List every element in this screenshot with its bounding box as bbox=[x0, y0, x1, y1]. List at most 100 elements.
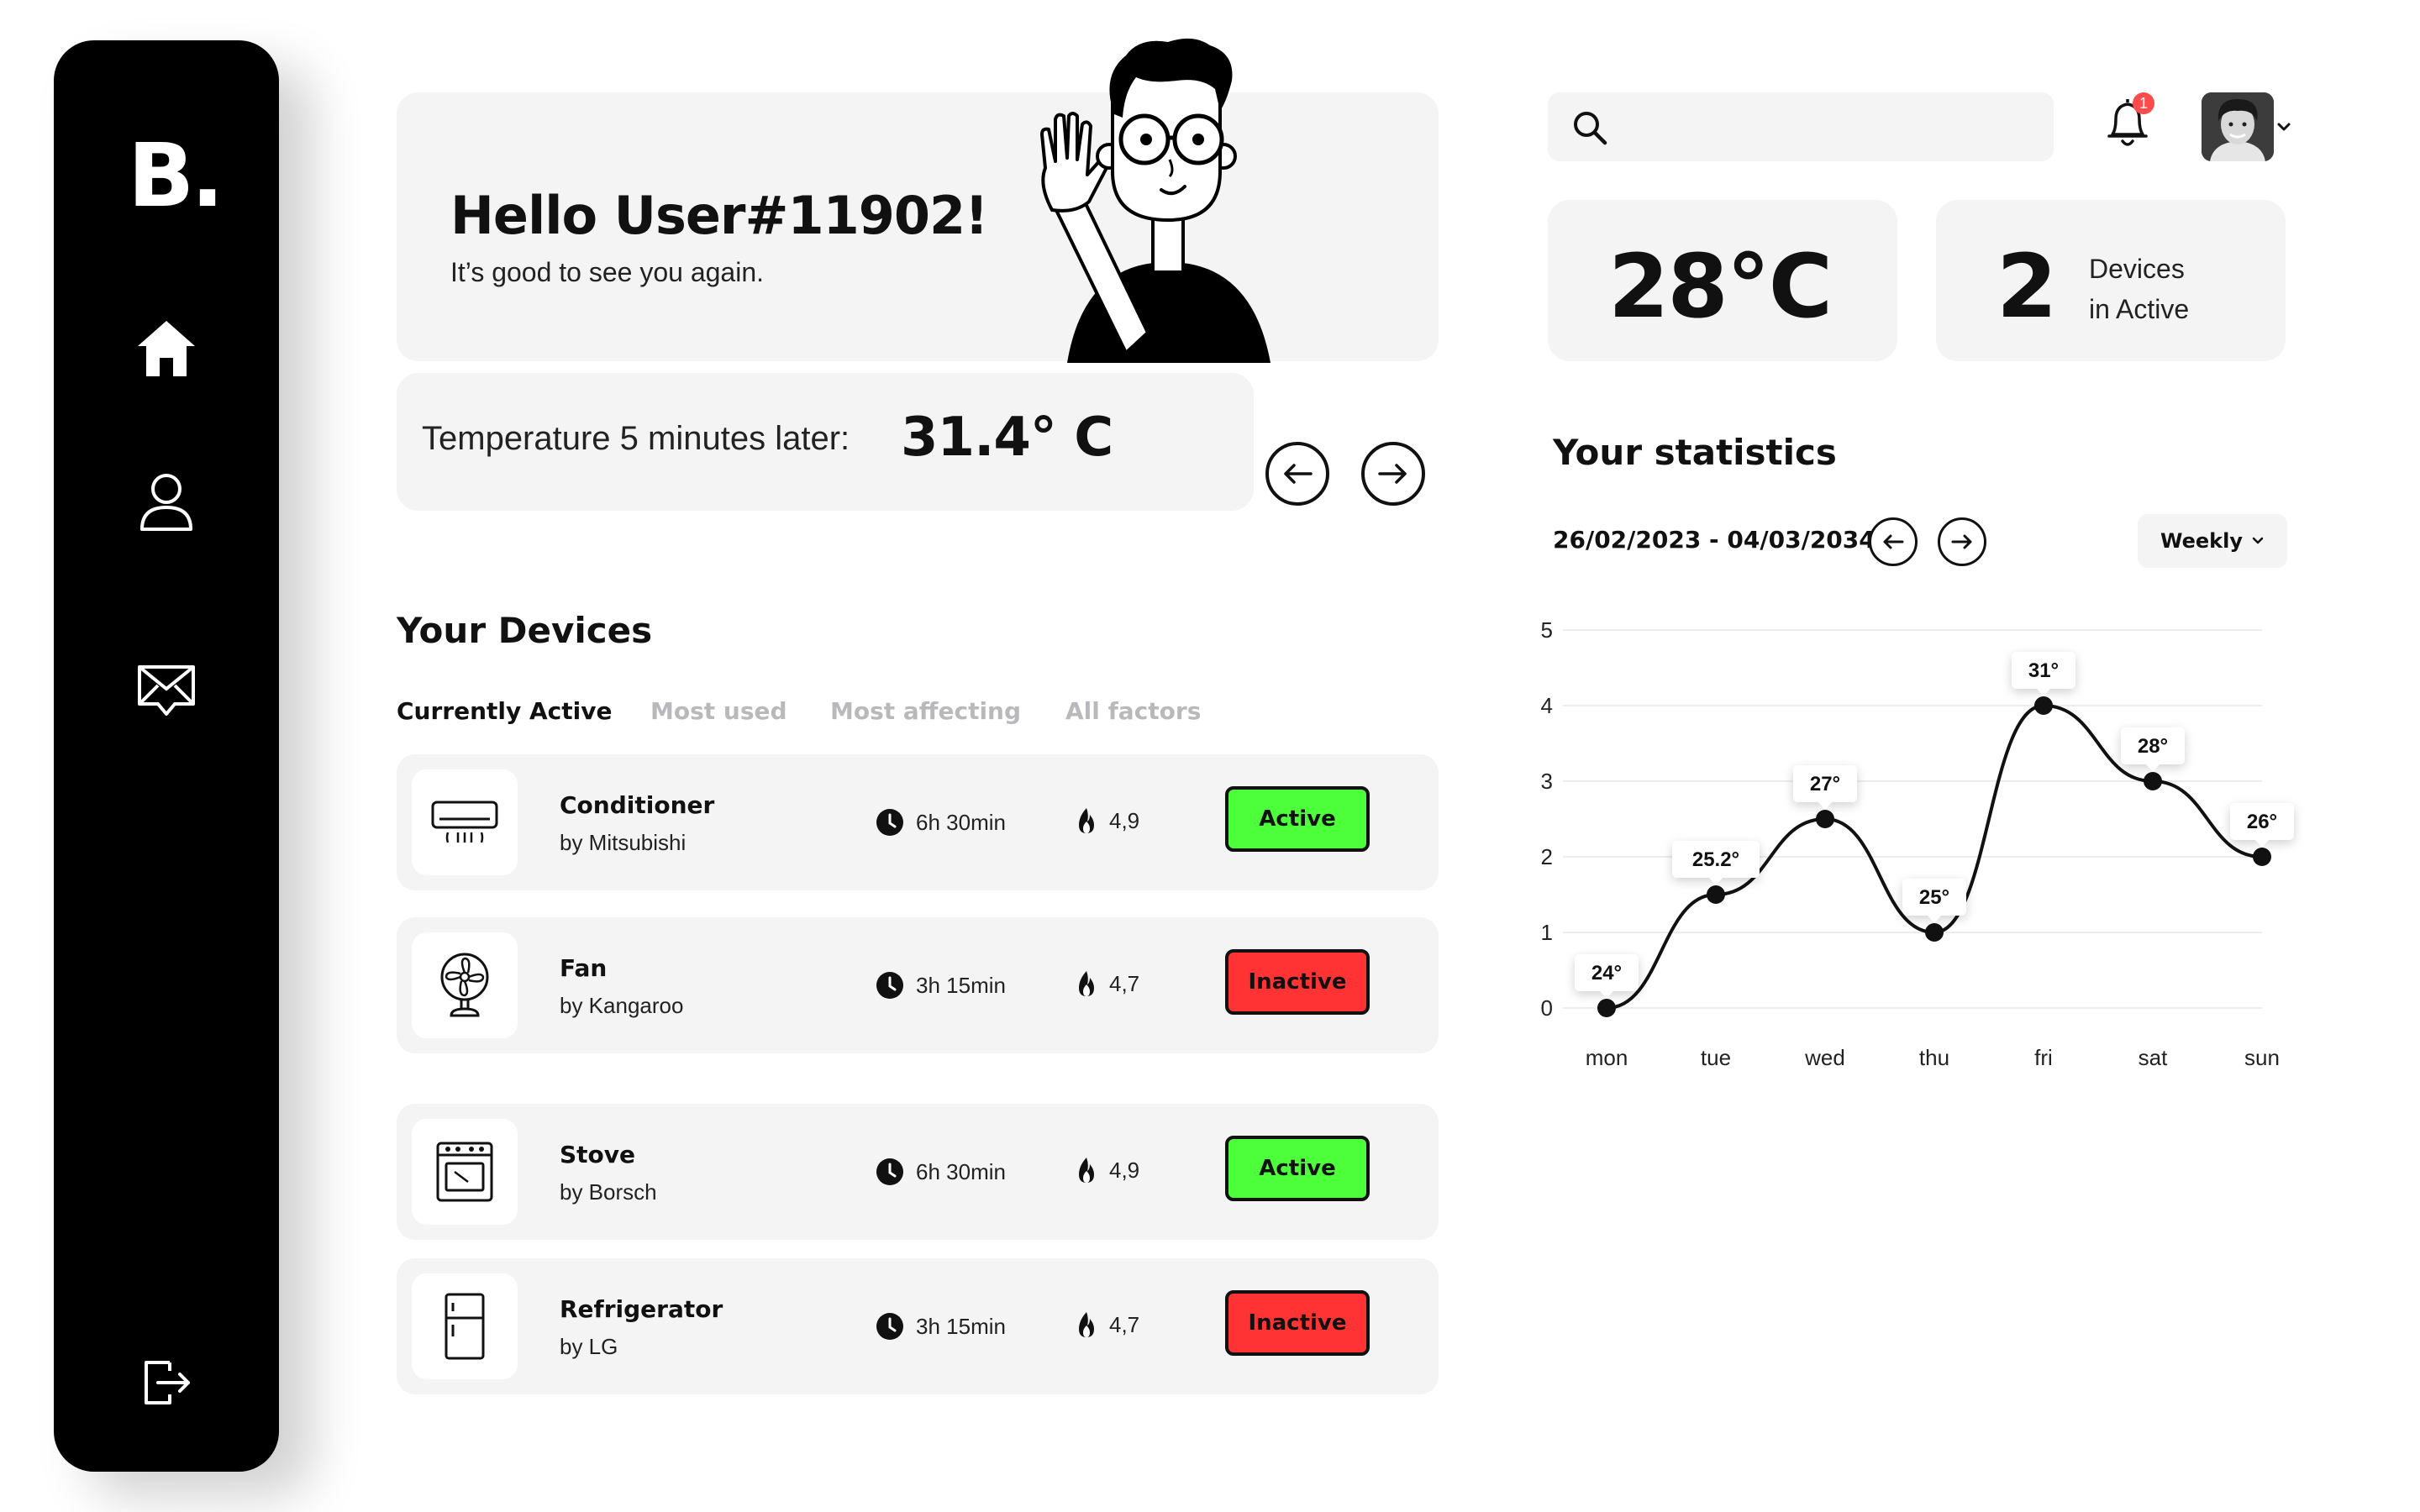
flame-icon bbox=[1079, 971, 1094, 996]
rating-text: 4,7 bbox=[1109, 970, 1140, 996]
period-dropdown[interactable]: Weekly bbox=[2138, 514, 2287, 568]
data-label-tag: 27° bbox=[1793, 765, 1857, 810]
data-point bbox=[1707, 885, 1725, 904]
x-tick-label: tue bbox=[1701, 1045, 1731, 1070]
device-name: Stove bbox=[560, 1141, 636, 1168]
tab-all-factors[interactable]: All factors bbox=[1065, 697, 1201, 725]
nav-profile[interactable] bbox=[54, 472, 279, 533]
avatar[interactable] bbox=[2202, 92, 2274, 161]
status-toggle-button[interactable]: Active bbox=[1225, 1136, 1370, 1201]
nav-home[interactable] bbox=[54, 318, 279, 378]
current-temperature: 28°C bbox=[1608, 235, 1833, 338]
flame-icon bbox=[1079, 1312, 1094, 1337]
device-brand: by LG bbox=[560, 1334, 618, 1359]
nav-logout[interactable] bbox=[54, 1356, 279, 1410]
nav-messages[interactable] bbox=[54, 662, 279, 717]
active-devices-count: 2 bbox=[1996, 235, 2058, 338]
search-icon bbox=[1574, 112, 1607, 145]
y-tick-label: 1 bbox=[1541, 920, 1553, 945]
data-label: 27° bbox=[1810, 773, 1840, 795]
device-rating: 4,9 bbox=[1076, 1156, 1139, 1184]
tab-most-affecting[interactable]: Most affecting bbox=[830, 697, 1021, 725]
forecast-value: 31.4° C bbox=[901, 407, 1113, 469]
chevron-down-icon[interactable] bbox=[2275, 121, 2292, 133]
y-tick-label: 5 bbox=[1541, 617, 1553, 643]
device-brand: by Mitsubishi bbox=[560, 830, 687, 855]
home-icon bbox=[138, 321, 195, 376]
y-tick-label: 4 bbox=[1541, 693, 1553, 718]
status-toggle-button[interactable]: Inactive bbox=[1225, 1290, 1370, 1356]
usage-time-text: 3h 15min bbox=[916, 972, 1006, 998]
x-tick-label: sat bbox=[2139, 1045, 2168, 1070]
device-icon-box bbox=[412, 769, 518, 875]
greeting-subtitle: It’s good to see you again. bbox=[450, 257, 765, 287]
forecast-label: Temperature 5 minutes later: bbox=[422, 420, 850, 457]
y-tick-label: 0 bbox=[1541, 995, 1553, 1021]
data-point bbox=[2144, 772, 2162, 790]
device-name: Refrigerator bbox=[560, 1295, 723, 1323]
status-toggle-button[interactable]: Active bbox=[1225, 786, 1370, 852]
data-label-tag: 31° bbox=[2012, 652, 2075, 696]
brand-logo[interactable]: B. bbox=[128, 124, 224, 227]
data-point bbox=[1597, 999, 1616, 1017]
fan-icon bbox=[440, 953, 489, 1017]
stats-next-button[interactable] bbox=[1938, 517, 1986, 566]
arrow-left-icon bbox=[1883, 534, 1904, 549]
usage-time-text: 3h 15min bbox=[916, 1313, 1006, 1339]
device-row[interactable]: Refrigerator by LG 3h 15min 4,7 Inactive bbox=[397, 1258, 1439, 1394]
statistics-line-chart: 0 1 2 3 4 5 mon tue wed thu fri sat sun 24° 25.2° 27° 2… bbox=[1541, 617, 2294, 1070]
data-label-tag: 28° bbox=[2121, 727, 2185, 772]
device-brand: by Kangaroo bbox=[560, 993, 684, 1018]
sidebar: B. bbox=[54, 40, 279, 1472]
device-icon-box bbox=[412, 1119, 518, 1225]
data-label-tag: 25.2° bbox=[1672, 841, 1760, 885]
mail-icon bbox=[138, 665, 195, 716]
active-devices-label-line2: in Active bbox=[2089, 294, 2190, 324]
stats-prev-button[interactable] bbox=[1869, 517, 1918, 566]
device-name: Fan bbox=[560, 954, 608, 982]
data-label: 26° bbox=[2247, 811, 2277, 833]
rating-text: 4,9 bbox=[1109, 1157, 1140, 1183]
device-rating: 4,9 bbox=[1076, 806, 1139, 835]
stove-icon bbox=[436, 1142, 493, 1202]
device-row[interactable]: Fan by Kangaroo 3h 15min 4,7 Inactive bbox=[397, 917, 1439, 1053]
data-point bbox=[1925, 923, 1944, 942]
arrow-left-icon bbox=[1284, 464, 1313, 484]
device-brand: by Borsch bbox=[560, 1179, 657, 1205]
flame-icon bbox=[1079, 808, 1094, 833]
clock-icon bbox=[876, 972, 903, 999]
chevron-down-icon bbox=[2252, 537, 2264, 544]
device-row[interactable]: Conditioner by Mitsubishi 6h 30min 4,9 A… bbox=[397, 754, 1439, 890]
usage-time-text: 6h 30min bbox=[916, 1158, 1006, 1184]
flame-icon bbox=[1079, 1158, 1094, 1183]
tab-currently-active[interactable]: Currently Active bbox=[397, 697, 613, 725]
search-input[interactable] bbox=[1628, 92, 2035, 163]
x-tick-label: thu bbox=[1919, 1045, 1949, 1070]
data-label: 25° bbox=[1919, 886, 1949, 909]
x-tick-label: wed bbox=[1804, 1045, 1845, 1070]
data-label-tag: 26° bbox=[2230, 803, 2294, 848]
active-devices-card: 2 Devices in Active bbox=[1936, 200, 2286, 361]
forecast-next-button[interactable] bbox=[1361, 442, 1425, 506]
data-label: 31° bbox=[2028, 659, 2059, 682]
forecast-prev-button[interactable] bbox=[1265, 442, 1329, 506]
tab-most-used[interactable]: Most used bbox=[650, 697, 787, 725]
device-icon-box bbox=[412, 1273, 518, 1379]
device-rating: 4,7 bbox=[1076, 969, 1139, 998]
arrow-right-icon bbox=[1378, 464, 1407, 484]
device-rating: 4,7 bbox=[1076, 1310, 1139, 1339]
status-toggle-button[interactable]: Inactive bbox=[1225, 949, 1370, 1015]
device-usage-time: 6h 30min bbox=[876, 808, 1006, 837]
data-point bbox=[2253, 848, 2271, 866]
rating-text: 4,7 bbox=[1109, 1311, 1140, 1337]
refrigerator-icon bbox=[445, 1293, 485, 1360]
data-label: 24° bbox=[1591, 962, 1622, 984]
clock-icon bbox=[876, 809, 903, 836]
notifications-button[interactable]: 1 bbox=[2104, 92, 2154, 153]
notification-badge: 1 bbox=[2133, 92, 2154, 114]
data-point bbox=[2034, 696, 2053, 715]
device-row[interactable]: Stove by Borsch 6h 30min 4,9 Active bbox=[397, 1104, 1439, 1240]
waving-character-illustration bbox=[1040, 38, 1270, 363]
x-tick-label: sun bbox=[2244, 1045, 2280, 1070]
temperature-card: 28°C bbox=[1548, 200, 1897, 361]
